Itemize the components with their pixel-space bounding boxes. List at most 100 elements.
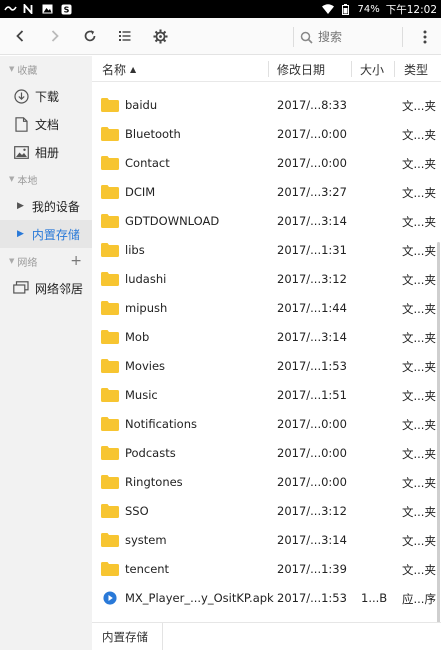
folder-icon — [101, 272, 119, 286]
sidebar-item-network-neighborhood[interactable]: 网络邻居 — [0, 274, 92, 302]
column-size[interactable]: 大小 — [360, 56, 384, 82]
sidebar-item-downloads[interactable]: 下载 — [0, 82, 92, 110]
folder-icon — [101, 243, 119, 257]
scrollbar[interactable] — [437, 242, 440, 622]
file-type: 文...夹 — [402, 244, 436, 258]
file-row[interactable]: Podcasts 2017/...0:00 文...夹 — [92, 439, 441, 468]
file-list-pane: 名称 ▲ 修改日期 大小 类型 baidu 2017/...8:33 文...夹 Bl… — [92, 56, 441, 650]
file-row[interactable]: Ringtones 2017/...0:00 文...夹 — [92, 468, 441, 497]
file-row[interactable]: mipush 2017/...1:44 文...夹 — [92, 294, 441, 323]
file-row[interactable]: baidu 2017/...8:33 文...夹 — [92, 91, 441, 120]
forward-button[interactable] — [40, 21, 70, 51]
column-size-label: 大小 — [360, 62, 385, 77]
file-date: 2017/...3:14 — [277, 533, 347, 547]
apk-file-icon — [103, 591, 117, 605]
settings-button[interactable] — [145, 21, 175, 51]
view-mode-button[interactable] — [110, 21, 140, 51]
file-date: 2017/...0:00 — [277, 417, 347, 431]
collapse-caret-icon: ▼ — [9, 257, 15, 265]
column-type[interactable]: 类型 — [404, 56, 428, 82]
add-icon[interactable]: + — [70, 253, 82, 269]
file-row[interactable]: Movies 2017/...1:53 文...夹 — [92, 352, 441, 381]
collapse-caret-icon: ▼ — [9, 65, 15, 73]
folder-icon — [101, 562, 119, 576]
file-row[interactable]: SSO 2017/...3:12 文...夹 — [92, 497, 441, 526]
folder-icon — [101, 214, 119, 228]
search-icon — [300, 31, 313, 44]
column-header: 名称 ▲ 修改日期 大小 类型 — [92, 56, 441, 82]
back-button[interactable] — [5, 21, 35, 51]
file-date: 2017/...3:27 — [277, 185, 347, 199]
file-type: 文...夹 — [402, 215, 436, 229]
folder-icon — [101, 98, 119, 112]
column-divider[interactable] — [351, 61, 352, 77]
download-icon — [13, 88, 29, 104]
photo-icon — [13, 144, 29, 160]
file-date: 2017/...1:39 — [277, 562, 347, 576]
section-label: 网络 — [17, 257, 38, 269]
file-row[interactable]: Bluetooth 2017/...0:00 文...夹 — [92, 120, 441, 149]
toolbar-divider — [402, 27, 403, 47]
column-divider[interactable] — [394, 61, 395, 77]
file-name: GDTDOWNLOAD — [125, 214, 220, 228]
sidebar-item-documents[interactable]: 文档 — [0, 110, 92, 138]
file-type: 文...夹 — [402, 186, 436, 200]
search-box[interactable] — [300, 26, 390, 48]
file-type: 文...夹 — [402, 128, 436, 142]
sidebar-item-label: 我的设备 — [31, 199, 80, 214]
clock: 下午12:02 — [385, 3, 437, 16]
file-type: 文...夹 — [402, 447, 436, 461]
file-name: Mob — [125, 330, 150, 344]
search-input[interactable] — [318, 30, 378, 44]
signal-icon — [4, 4, 17, 14]
file-row[interactable]: Music 2017/...1:51 文...夹 — [92, 381, 441, 410]
file-row[interactable]: DCIM 2017/...3:27 文...夹 — [92, 178, 441, 207]
folder-icon — [101, 533, 119, 547]
expand-triangle-icon[interactable]: ▶ — [17, 201, 24, 211]
file-row[interactable]: libs 2017/...1:31 文...夹 — [92, 236, 441, 265]
file-date: 2017/...1:53 — [277, 591, 347, 605]
sidebar-item-photos[interactable]: 相册 — [0, 138, 92, 166]
file-row[interactable]: system 2017/...3:14 文...夹 — [92, 526, 441, 555]
section-local[interactable]: ▼ 本地 — [0, 166, 92, 192]
toolbar-divider — [293, 27, 294, 47]
sidebar: ▼ 收藏 下载 文档 相册 ▼ 本地 ▶ 我的设备 ▶ 内置存储 ▼ 网络 + — [0, 56, 92, 650]
file-row[interactable]: MX_Player_...y_OsitKP.apk 2017/...1:53 1..… — [92, 584, 441, 613]
document-icon — [13, 116, 29, 132]
list-view-icon — [119, 31, 131, 41]
file-name: SSO — [125, 504, 149, 518]
expand-triangle-icon[interactable]: ▶ — [17, 229, 24, 239]
file-row[interactable]: GDTDOWNLOAD 2017/...3:14 文...夹 — [92, 207, 441, 236]
file-type: 文...夹 — [402, 360, 436, 374]
sidebar-item-internal-storage[interactable]: ▶ 内置存储 — [0, 220, 92, 248]
more-options-button[interactable] — [412, 23, 438, 51]
file-date: 2017/...1:31 — [277, 243, 347, 257]
file-row[interactable]: Contact 2017/...0:00 文...夹 — [92, 149, 441, 178]
file-date: 2017/...1:44 — [277, 301, 347, 315]
svg-text:S: S — [64, 6, 70, 15]
file-type: 文...夹 — [402, 476, 436, 490]
section-favorites[interactable]: ▼ 收藏 — [0, 56, 92, 82]
breadcrumb[interactable]: 内置存储 — [92, 623, 163, 650]
file-size: 1...B — [361, 591, 388, 605]
collapse-caret-icon: ▼ — [9, 175, 15, 183]
file-row[interactable]: tencent 2017/...1:39 文...夹 — [92, 555, 441, 584]
folder-icon — [101, 156, 119, 170]
folder-icon — [101, 417, 119, 431]
file-row[interactable]: ludashi 2017/...3:12 文...夹 — [92, 265, 441, 294]
refresh-button[interactable] — [75, 21, 105, 51]
file-date: 2017/...0:00 — [277, 475, 347, 489]
file-name: system — [125, 533, 167, 547]
sidebar-item-my-device[interactable]: ▶ 我的设备 — [0, 192, 92, 220]
file-row[interactable]: Mob 2017/...3:14 文...夹 — [92, 323, 441, 352]
network-icon — [13, 280, 29, 296]
file-name: libs — [125, 243, 145, 257]
column-date[interactable]: 修改日期 — [277, 56, 325, 82]
column-divider[interactable] — [268, 61, 269, 77]
file-date: 2017/...3:12 — [277, 272, 347, 286]
section-network[interactable]: ▼ 网络 + — [0, 248, 92, 274]
column-name[interactable]: 名称 ▲ — [102, 56, 136, 82]
file-row[interactable]: Notifications 2017/...0:00 文...夹 — [92, 410, 441, 439]
chevron-right-icon — [51, 30, 59, 42]
file-date: 2017/...3:14 — [277, 330, 347, 344]
